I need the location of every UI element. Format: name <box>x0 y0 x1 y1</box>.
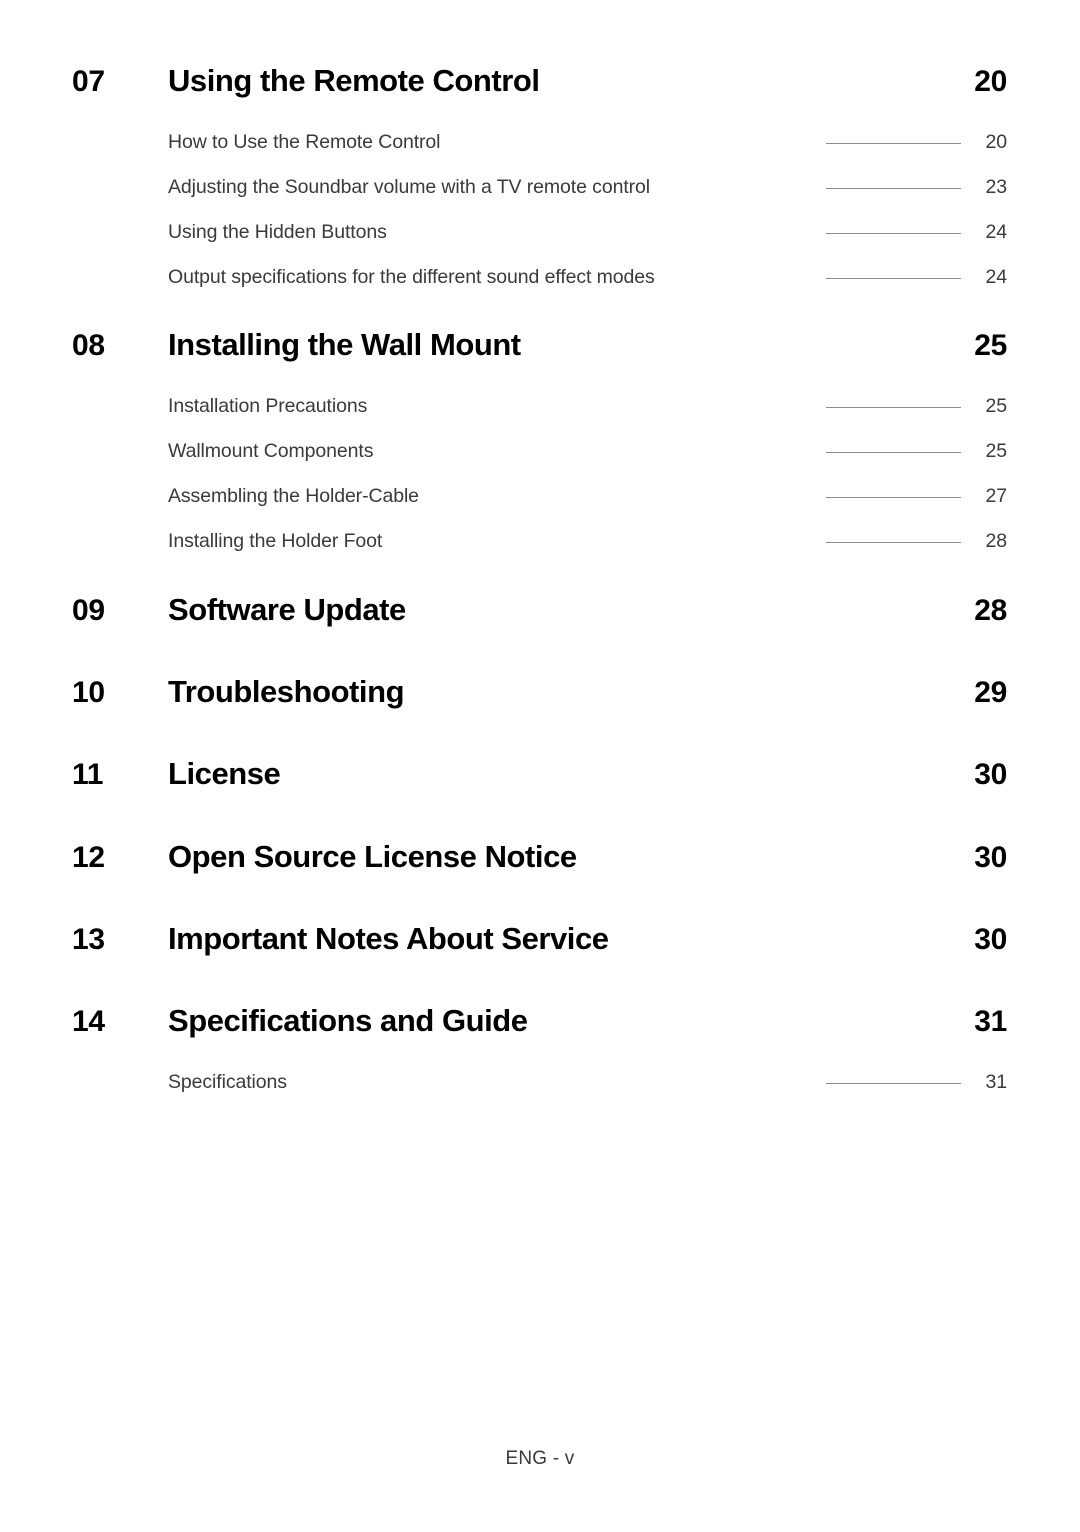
toc-subentry-row[interactable]: Assembling the Holder-Cable 27 <box>0 474 1080 519</box>
toc-chapter-row[interactable]: 08 Installing the Wall Mount 25 <box>0 327 1080 363</box>
chapter-title: Troubleshooting <box>168 674 405 709</box>
subentry-title: How to Use the Remote Control <box>168 131 441 153</box>
chapter-number: 10 <box>72 676 105 709</box>
chapter-page-number: 29 <box>974 676 1007 709</box>
page: 07 Using the Remote Control 20 How to Use t… <box>0 0 1080 1532</box>
toc-subentry-list: Specifications 31 <box>0 1060 1080 1105</box>
leader-line <box>826 452 961 453</box>
toc-subentry-row[interactable]: Specifications 31 <box>0 1060 1080 1105</box>
chapter-page-number: 30 <box>974 841 1007 874</box>
toc-section: 10 Troubleshooting 29 <box>0 674 1080 710</box>
subentry-page-number: 28 <box>985 530 1008 552</box>
toc-chapter-row[interactable]: 10 Troubleshooting 29 <box>0 674 1080 710</box>
toc-subentry-row[interactable]: Installing the Holder Foot 28 <box>0 519 1080 564</box>
subentry-title: Installing the Holder Foot <box>168 530 383 552</box>
toc-chapter-row[interactable]: 14 Specifications and Guide 31 <box>0 1003 1080 1039</box>
subentry-title: Installation Precautions <box>168 395 368 417</box>
subentry-title: Output specifications for the different … <box>168 266 655 288</box>
subentry-title: Wallmount Components <box>168 440 374 462</box>
subentry-title: Using the Hidden Buttons <box>168 221 387 243</box>
leader-line <box>826 542 961 543</box>
toc-subentry-row[interactable]: Using the Hidden Buttons 24 <box>0 210 1080 255</box>
toc-subentry-row[interactable]: Wallmount Components 25 <box>0 429 1080 474</box>
chapter-number: 09 <box>72 594 105 627</box>
toc-subentry-list: Installation Precautions 25 Wallmount Comp… <box>0 384 1080 564</box>
subentry-page-number: 24 <box>985 266 1008 288</box>
toc-subentry-row[interactable]: Adjusting the Soundbar volume with a TV … <box>0 165 1080 210</box>
chapter-page-number: 25 <box>974 329 1007 362</box>
chapter-number: 11 <box>72 758 104 791</box>
leader-line <box>826 143 961 144</box>
chapter-title: Installing the Wall Mount <box>168 327 521 362</box>
chapter-number: 07 <box>72 65 105 98</box>
subentry-page-number: 20 <box>985 131 1008 153</box>
toc-subentry-row[interactable]: Output specifications for the different … <box>0 255 1080 300</box>
toc-subentry-row[interactable]: Installation Precautions 25 <box>0 384 1080 429</box>
subentry-page-number: 25 <box>985 395 1008 417</box>
subentry-page-number: 24 <box>985 221 1008 243</box>
toc-subentry-list: How to Use the Remote Control 20 Adjusting… <box>0 120 1080 300</box>
leader-line <box>826 407 961 408</box>
chapter-title: Specifications and Guide <box>168 1003 528 1038</box>
subentry-page-number: 25 <box>985 440 1008 462</box>
toc-section: 12 Open Source License Notice 30 <box>0 839 1080 875</box>
toc-section: 13 Important Notes About Service 30 <box>0 921 1080 957</box>
subentry-title: Adjusting the Soundbar volume with a TV … <box>168 176 651 198</box>
subentry-title: Specifications <box>168 1071 287 1093</box>
toc-subentry-row[interactable]: How to Use the Remote Control 20 <box>0 120 1080 165</box>
toc-chapter-row[interactable]: 12 Open Source License Notice 30 <box>0 839 1080 875</box>
toc-chapter-row[interactable]: 07 Using the Remote Control 20 <box>0 63 1080 99</box>
chapter-title: Open Source License Notice <box>168 839 577 874</box>
chapter-number: 13 <box>72 923 105 956</box>
leader-line <box>826 1083 961 1084</box>
chapter-page-number: 20 <box>974 65 1007 98</box>
leader-line <box>826 188 961 189</box>
chapter-number: 08 <box>72 329 105 362</box>
subentry-title: Assembling the Holder-Cable <box>168 485 419 507</box>
subentry-page-number: 23 <box>985 176 1008 198</box>
chapter-title: Using the Remote Control <box>168 63 540 98</box>
toc-section: 09 Software Update 28 <box>0 592 1080 628</box>
leader-line <box>826 497 961 498</box>
chapter-number: 14 <box>72 1005 105 1038</box>
subentry-page-number: 27 <box>985 485 1008 507</box>
chapter-title: Important Notes About Service <box>168 921 609 956</box>
subentry-page-number: 31 <box>985 1071 1008 1093</box>
chapter-page-number: 28 <box>974 594 1007 627</box>
chapter-page-number: 30 <box>974 923 1007 956</box>
chapter-title: Software Update <box>168 592 406 627</box>
leader-line <box>826 233 961 234</box>
toc-chapter-row[interactable]: 11 License 30 <box>0 756 1080 792</box>
toc-section: 11 License 30 <box>0 756 1080 792</box>
chapter-page-number: 31 <box>974 1005 1007 1038</box>
toc-chapter-row[interactable]: 13 Important Notes About Service 30 <box>0 921 1080 957</box>
chapter-number: 12 <box>72 841 105 874</box>
toc-section: 08 Installing the Wall Mount 25 Installatio… <box>0 327 1080 564</box>
leader-line <box>826 278 961 279</box>
chapter-page-number: 30 <box>974 758 1007 791</box>
page-footer: ENG - v <box>505 1448 575 1469</box>
toc-chapter-row[interactable]: 09 Software Update 28 <box>0 592 1080 628</box>
toc-section: 07 Using the Remote Control 20 How to Use t… <box>0 63 1080 300</box>
toc-section: 14 Specifications and Guide 31 Specificatio… <box>0 1003 1080 1105</box>
chapter-title: License <box>168 756 281 791</box>
